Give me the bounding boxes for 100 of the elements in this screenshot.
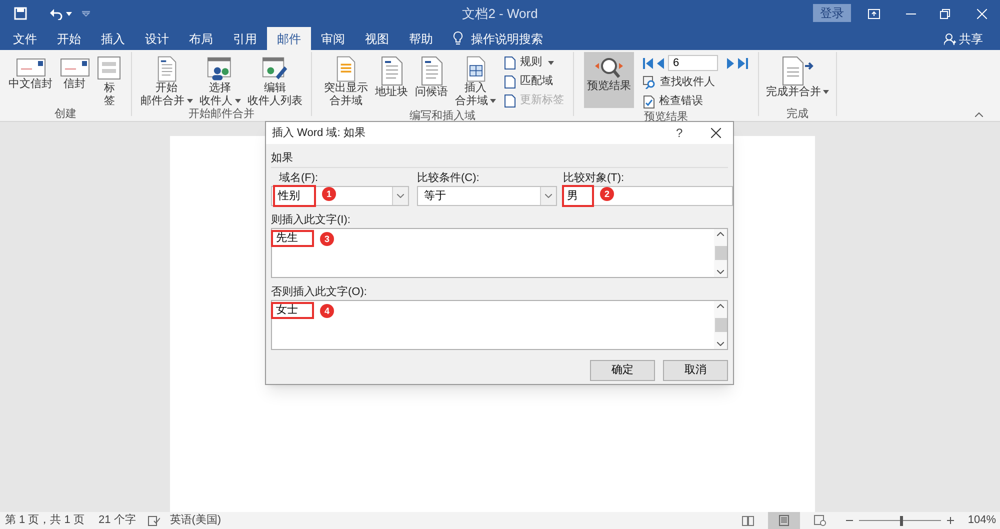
ribbon-button[interactable]: 编辑 收件人列表 (244, 52, 306, 108)
dropdown[interactable]: 性别 1 (271, 186, 409, 206)
ribbon-button[interactable]: 地址块 (372, 52, 411, 108)
window-title: 文档2 - Word (461, 4, 539, 23)
group-label: 开始邮件合并 (188, 108, 256, 120)
field-label: 否则插入此文字(O): (271, 286, 368, 299)
ribbon-button[interactable]: 中文信封 (6, 52, 56, 108)
first-record-icon[interactable] (643, 58, 653, 68)
zoom-slider-thumb[interactable] (900, 516, 904, 526)
ribbon-button[interactable]: 开始 邮件合并 (138, 52, 196, 108)
ribbon-tab[interactable]: 文件 (3, 27, 47, 50)
help-button[interactable]: ? (676, 124, 683, 142)
ribbon-tab[interactable]: 插入 (91, 27, 135, 50)
scroll-down-icon[interactable] (717, 270, 724, 274)
zoom-in-icon[interactable] (946, 517, 954, 524)
last-record-icon[interactable] (738, 58, 748, 68)
ribbon-tab[interactable]: 设计 (135, 27, 179, 50)
close-icon[interactable] (711, 128, 721, 138)
sign-in-button[interactable]: 登录 (813, 4, 851, 22)
annotation-box (271, 302, 314, 319)
zoom-level[interactable]: 104% (968, 512, 996, 529)
restore-icon[interactable] (940, 8, 950, 18)
small-document-icon (504, 56, 516, 70)
scroll-up-icon[interactable] (717, 232, 724, 236)
document-icon (380, 56, 404, 86)
ribbon-button[interactable]: 检查错误 (643, 92, 748, 111)
next-record-icon[interactable] (727, 58, 734, 68)
ribbon-button[interactable]: 选择 收件人 (196, 52, 244, 108)
ribbon-button[interactable]: 突出显示 合并域 (321, 52, 371, 108)
print-layout-button[interactable] (768, 512, 800, 529)
section-label: 如果 (271, 152, 293, 165)
ribbon-tab[interactable]: 开始 (47, 27, 91, 50)
ribbon-tab[interactable]: 视图 (355, 27, 399, 50)
group-label: 编写和插入域 (408, 110, 476, 122)
zoom-slider[interactable] (858, 516, 941, 526)
lightbulb-icon (453, 31, 463, 45)
highlight-icon (334, 56, 358, 82)
ribbon-tab[interactable]: 布局 (179, 27, 223, 50)
ribbon-button[interactable]: 匹配域 (504, 72, 564, 91)
small-document-icon (504, 74, 516, 88)
annotation-number: 3 (320, 232, 334, 246)
ribbon-button[interactable]: 查找收件人 (643, 73, 748, 92)
ribbon-tab[interactable]: 引用 (223, 27, 267, 50)
proofing-icon[interactable] (148, 516, 160, 526)
ribbon-display-icon[interactable] (868, 8, 880, 18)
web-layout-icon[interactable] (814, 515, 826, 526)
envelope-icon (16, 56, 46, 78)
dialog-title: 插入 Word 域: 如果 (272, 126, 366, 141)
field-label: 域名(F): (279, 172, 320, 185)
find-icon (643, 76, 656, 89)
scrollbar-thumb[interactable] (714, 246, 726, 260)
ribbon-button[interactable]: 规则 (504, 53, 564, 72)
previous-record-icon[interactable] (657, 58, 664, 68)
language-status[interactable]: 英语(美国) (170, 512, 222, 529)
read-mode-icon[interactable] (742, 516, 754, 526)
chevron-down-icon (397, 194, 404, 198)
annotation-box (562, 185, 594, 207)
dropdown[interactable]: 等于 (417, 186, 557, 206)
annotation-box (273, 185, 316, 207)
dialog-button[interactable]: 确定 (590, 360, 655, 381)
person-icon (944, 33, 956, 45)
ribbon-tab[interactable]: 邮件 (267, 27, 311, 50)
ribbon-tab[interactable]: 审阅 (311, 27, 355, 50)
status-text: 21 个字 (98, 512, 136, 528)
caret-icon (548, 60, 554, 64)
ribbon-button[interactable]: 信封 (56, 52, 92, 108)
group-label: 完成 (786, 108, 810, 120)
magnifier-icon (593, 56, 625, 80)
collapse-ribbon-icon[interactable] (975, 112, 983, 117)
labels-icon (96, 56, 122, 82)
field-label: 则插入此文字(I): (271, 214, 352, 227)
text-area[interactable]: 女士 4 (271, 300, 728, 350)
dialog-button[interactable]: 取消 (663, 360, 728, 381)
finish-icon (780, 56, 814, 86)
ribbon-button[interactable]: 完成并合并 (763, 52, 832, 108)
ribbon-button[interactable]: 标 签 (94, 52, 126, 108)
annotation-number: 2 (600, 187, 614, 201)
customize-icon[interactable] (82, 10, 90, 16)
input-field[interactable]: 男 2 (563, 186, 733, 206)
tell-me-search[interactable]: 操作说明搜索 (471, 27, 543, 50)
save-icon[interactable] (14, 7, 27, 20)
record-number-field[interactable]: 6 (668, 55, 718, 71)
caret-icon[interactable] (66, 12, 72, 16)
scroll-down-icon[interactable] (717, 342, 724, 346)
group-label: 创建 (54, 108, 78, 120)
group-label: 预览结果 (643, 111, 689, 123)
caret-icon (234, 99, 240, 104)
ribbon-button[interactable]: 插入 合并域 (452, 52, 499, 108)
share-button[interactable]: 共享 (959, 30, 983, 48)
ribbon-button[interactable]: 预览结果 (584, 52, 634, 108)
scroll-up-icon[interactable] (717, 304, 724, 308)
minimize-icon[interactable] (906, 12, 916, 14)
undo-icon[interactable] (49, 8, 63, 20)
ribbon-tab[interactable]: 帮助 (399, 27, 443, 50)
caret-icon (490, 99, 496, 104)
scrollbar-thumb[interactable] (714, 318, 726, 332)
text-area[interactable]: 先生 3 (271, 228, 728, 278)
caret-icon (823, 90, 829, 94)
caret-icon (186, 99, 192, 104)
ribbon-button[interactable]: 问候语 (412, 52, 451, 108)
